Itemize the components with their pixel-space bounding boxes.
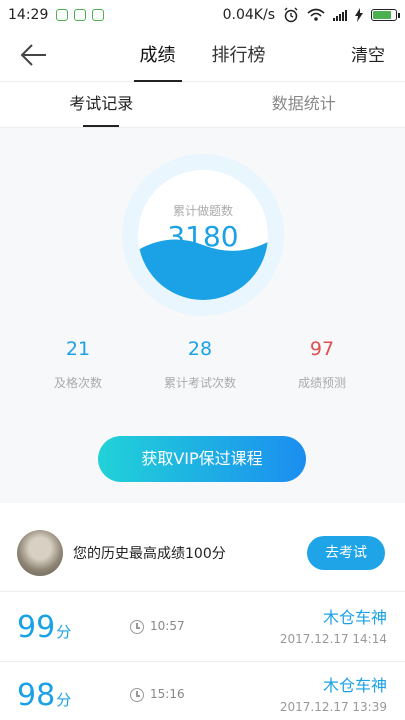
signal-icon bbox=[333, 9, 347, 21]
record-time: 15:16 bbox=[150, 687, 185, 701]
network-speed: 0.04K/s bbox=[222, 7, 275, 23]
total-questions-value: 3180 bbox=[167, 220, 239, 253]
tab-ranking[interactable]: 排行榜 bbox=[206, 30, 272, 82]
wifi-icon bbox=[307, 8, 325, 21]
score-unit: 分 bbox=[56, 623, 72, 641]
tab-scores[interactable]: 成绩 bbox=[133, 30, 182, 82]
wave-ball: 累计做题数 3180 bbox=[138, 170, 268, 300]
clear-button[interactable]: 清空 bbox=[351, 30, 385, 82]
best-score-text: 您的历史最高成绩100分 bbox=[73, 546, 226, 562]
score-unit: 分 bbox=[56, 691, 72, 709]
score-value: 98 bbox=[17, 678, 56, 713]
metric-label: 累计考试次数 bbox=[163, 376, 236, 390]
app-notification-icon bbox=[92, 9, 105, 21]
app-notification-icon bbox=[56, 9, 69, 21]
take-exam-button[interactable]: 去考试 bbox=[307, 536, 385, 570]
notification-icons bbox=[56, 9, 105, 21]
record-user-name: 木仓车神 bbox=[322, 676, 387, 695]
vip-course-button[interactable]: 获取VIP保过课程 bbox=[98, 436, 306, 482]
record-time: 10:57 bbox=[150, 619, 185, 633]
list-item[interactable]: 99分 10:57 木仓车神 2017.12.17 14:14 bbox=[0, 594, 405, 662]
status-bar: 14:29 0.04K/s bbox=[0, 0, 405, 30]
alarm-icon bbox=[284, 7, 298, 23]
best-score-row: 您的历史最高成绩100分 去考试 bbox=[0, 516, 405, 592]
metric-value: 21 bbox=[65, 338, 91, 360]
record-score: 99分 bbox=[17, 610, 71, 645]
clock-icon bbox=[130, 688, 144, 702]
avatar bbox=[17, 530, 63, 576]
metric-value: 97 bbox=[309, 338, 335, 360]
tab-data-statistics[interactable]: 数据统计 bbox=[203, 82, 405, 127]
battery-icon bbox=[371, 9, 400, 21]
list-item[interactable]: 98分 15:16 木仓车神 2017.12.17 13:39 bbox=[0, 662, 405, 720]
score-value: 99 bbox=[17, 610, 56, 645]
metric-exam-count: 28 累计考试次数 bbox=[140, 338, 260, 391]
summary-panel: 累计做题数 3180 21 及格次数 28 累计考试次数 97 成绩预测 获取V… bbox=[0, 128, 405, 503]
metric-label: 及格次数 bbox=[53, 376, 102, 390]
record-user-name: 木仓车神 bbox=[322, 608, 387, 627]
app-notification-icon bbox=[74, 9, 87, 21]
tab-exam-records[interactable]: 考试记录 bbox=[0, 82, 203, 127]
record-score: 98分 bbox=[17, 678, 71, 713]
top-nav: 成绩 排行榜 清空 bbox=[0, 30, 405, 82]
status-time: 14:29 bbox=[8, 7, 49, 23]
clock-icon bbox=[130, 620, 144, 634]
metric-score-prediction: 97 成绩预测 bbox=[262, 338, 382, 391]
record-date: 2017.12.17 13:39 bbox=[279, 700, 387, 714]
record-date: 2017.12.17 14:14 bbox=[279, 632, 387, 646]
metric-pass-count: 21 及格次数 bbox=[18, 338, 138, 391]
metric-label: 成绩预测 bbox=[297, 376, 346, 390]
bolt-icon bbox=[355, 8, 363, 22]
status-right: 0.04K/s bbox=[222, 7, 400, 23]
sub-tabs: 考试记录 数据统计 bbox=[0, 82, 405, 128]
total-questions-label: 累计做题数 bbox=[172, 204, 233, 218]
nav-tabs: 成绩 排行榜 bbox=[0, 30, 405, 82]
metric-value: 28 bbox=[187, 338, 213, 360]
